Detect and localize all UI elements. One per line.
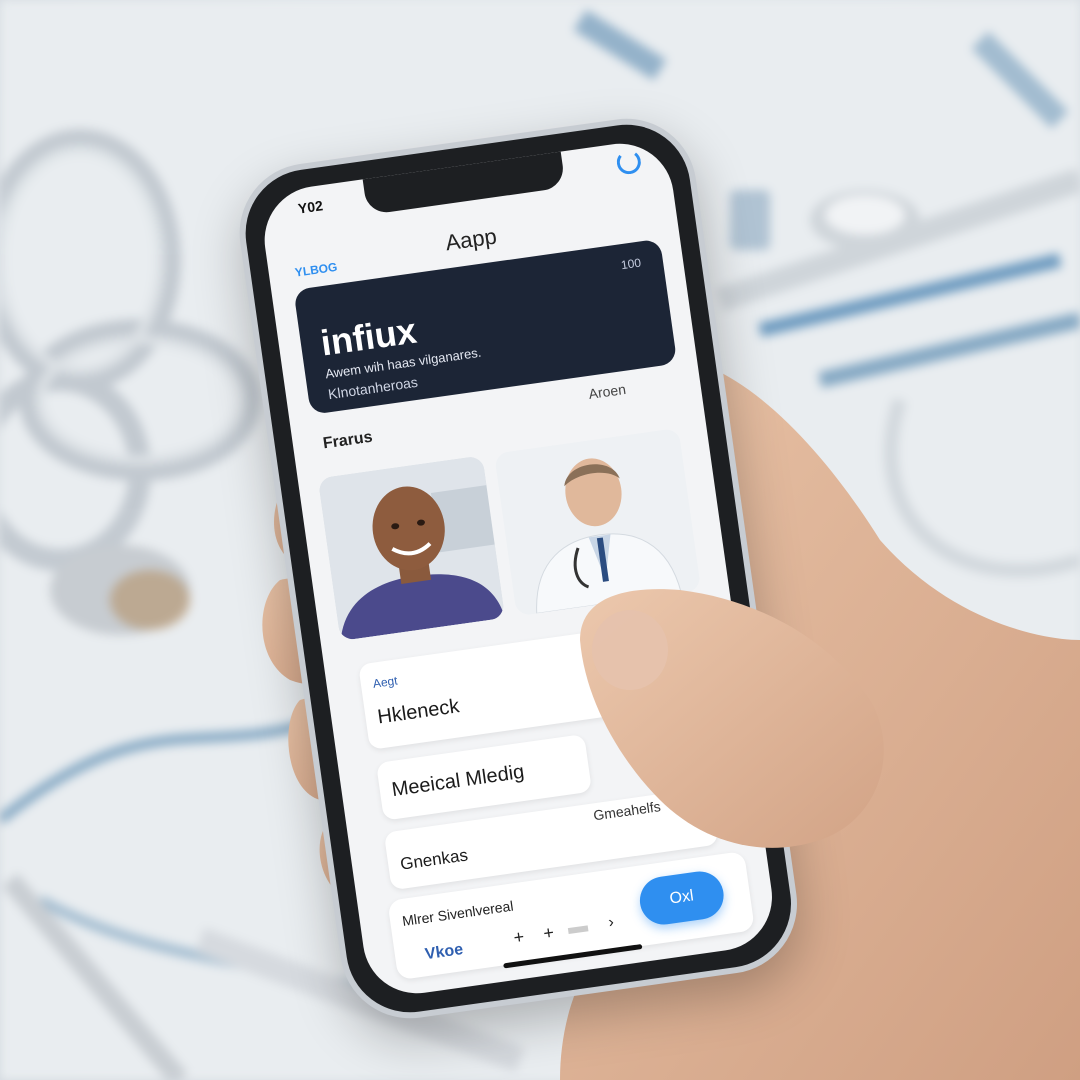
- thumb: [580, 589, 884, 848]
